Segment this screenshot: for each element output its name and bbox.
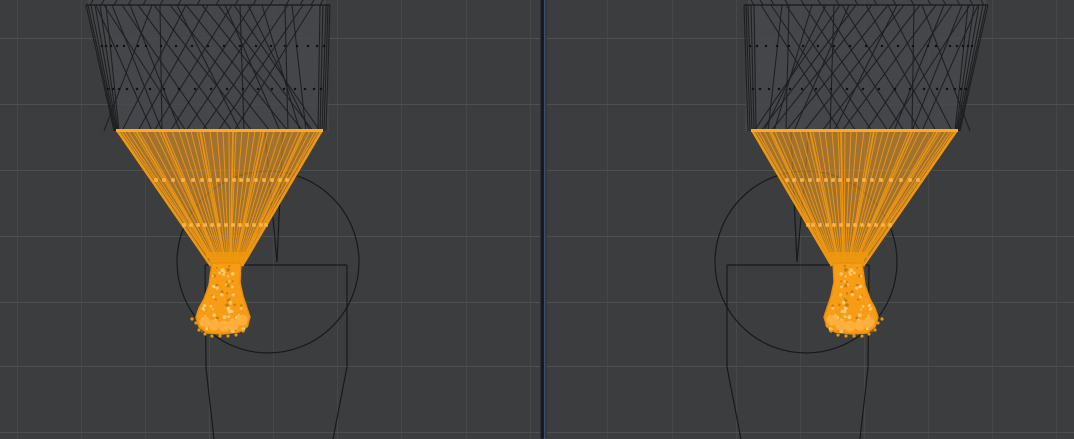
3d-viewport-split-area: [0, 0, 1074, 439]
viewport-canvas: [0, 0, 1074, 439]
viewport-divider[interactable]: [540, 0, 547, 439]
